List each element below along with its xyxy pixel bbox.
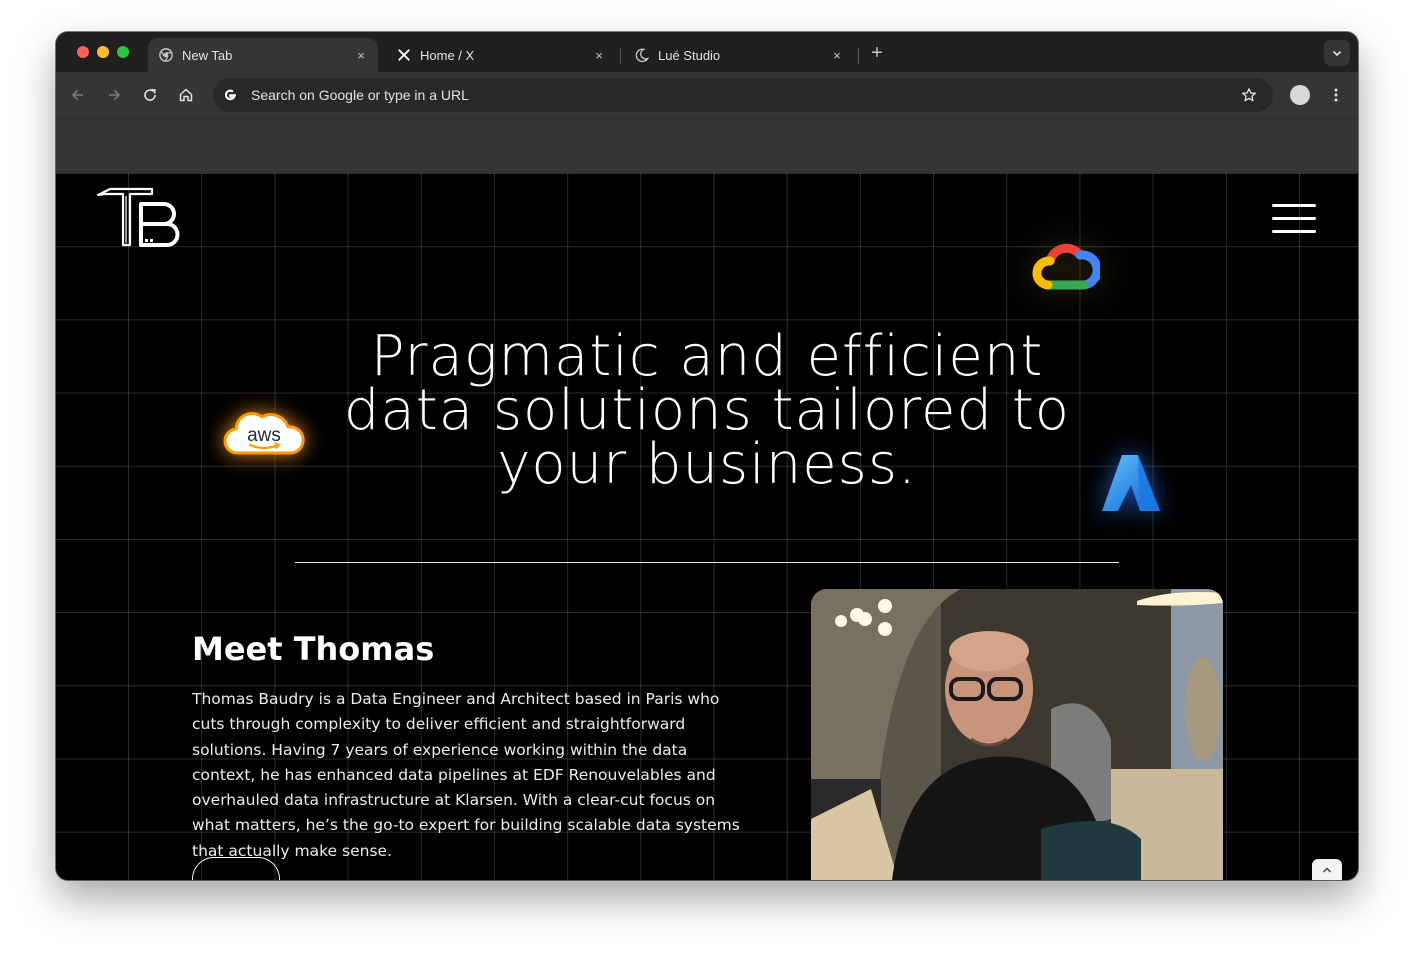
reload-button[interactable] (138, 83, 162, 107)
new-tab-button[interactable]: + (866, 42, 888, 64)
menu-hamburger-button[interactable] (1272, 201, 1318, 237)
address-bar[interactable] (213, 78, 1273, 112)
google-cloud-icon (1032, 243, 1100, 290)
address-input[interactable] (251, 87, 1237, 103)
scroll-to-top-button[interactable] (1312, 859, 1342, 880)
profile-avatar[interactable] (1290, 85, 1310, 105)
star-icon (1242, 88, 1256, 102)
tab-home-x[interactable]: Home / X × (386, 38, 616, 72)
about-button[interactable]: ABOUT (192, 857, 280, 880)
back-button[interactable] (66, 83, 90, 107)
home-button[interactable] (174, 83, 198, 107)
zoom-window-button[interactable] (117, 46, 129, 58)
tab-label: Home / X (420, 47, 475, 63)
section-divider (295, 562, 1119, 563)
tb-logo[interactable]: TB (96, 187, 182, 249)
moon-icon (634, 47, 650, 63)
browser-window: New Tab × Home / X × Lué Studio × + Sear… (56, 32, 1358, 880)
home-icon (179, 88, 193, 102)
browser-menu-button[interactable] (1324, 83, 1348, 107)
bookmark-star-button[interactable] (1237, 83, 1261, 107)
minimize-window-button[interactable] (97, 46, 109, 58)
chrome-icon (158, 47, 174, 63)
x-logo-icon (396, 47, 412, 63)
tab-label: Lué Studio (658, 47, 721, 63)
tab-separator (858, 48, 859, 64)
tab-strip: New Tab × Home / X × Lué Studio × + (56, 32, 1358, 72)
headline-line: Pragmatic and efficient (370, 324, 1044, 389)
google-g-icon (219, 84, 241, 106)
azure-icon (1102, 455, 1160, 511)
tab-label: New Tab (182, 47, 233, 63)
arrow-left-icon (71, 89, 83, 101)
hero-headline: Pragmatic and efficient data solutions t… (307, 324, 1107, 497)
chevron-up-icon (1322, 867, 1332, 873)
forward-button[interactable] (102, 83, 126, 107)
chevron-down-icon (1332, 50, 1342, 57)
tab-separator (620, 48, 621, 64)
browser-toolbar (56, 72, 1358, 118)
headline-line: your business. (497, 432, 917, 497)
close-window-button[interactable] (77, 46, 89, 58)
tab-close-icon[interactable]: × (352, 46, 370, 64)
page-viewport: TB aws (56, 173, 1358, 880)
tab-close-icon[interactable]: × (590, 46, 608, 64)
tab-search-button[interactable] (1324, 40, 1350, 66)
tab-close-icon[interactable]: × (828, 46, 846, 64)
aws-cloud-icon: aws (223, 412, 305, 455)
arrow-right-icon (109, 89, 121, 101)
tab-new-tab[interactable]: New Tab × (148, 38, 378, 72)
reload-icon (144, 88, 156, 101)
more-vertical-icon (1334, 88, 1338, 102)
profile-photo (811, 589, 1223, 880)
meet-title: Meet Thomas (192, 630, 435, 668)
bookmarks-bar (56, 118, 1358, 173)
bio-paragraph: Thomas Baudry is a Data Engineer and Arc… (192, 690, 740, 860)
tab-lue-studio[interactable]: Lué Studio × (624, 38, 854, 72)
headline-line: data solutions tailored to (343, 378, 1071, 443)
